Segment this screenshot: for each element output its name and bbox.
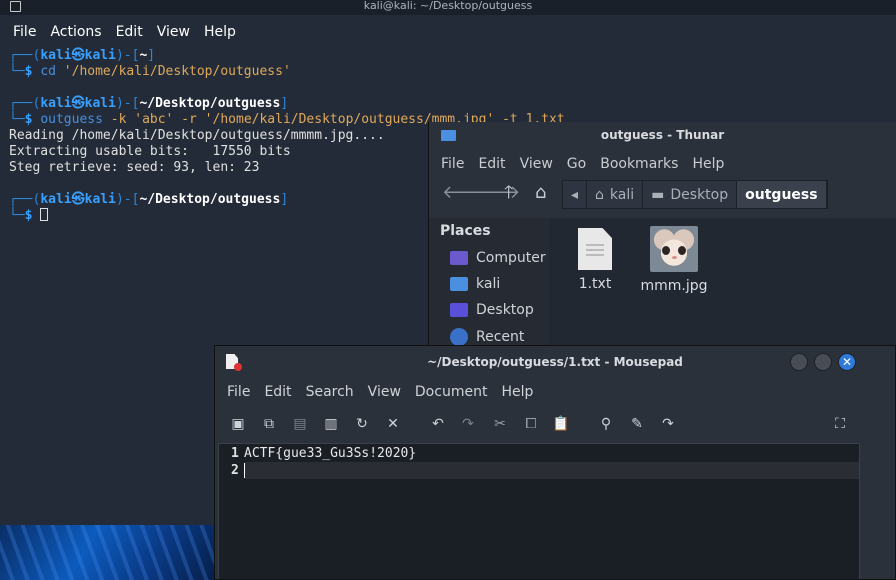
text-file-icon	[578, 228, 612, 270]
image-thumbnail	[650, 226, 698, 272]
breadcrumb-outguess[interactable]: outguess	[737, 181, 827, 208]
thunar-menubar: File Edit View Go Bookmarks Help	[429, 150, 896, 179]
places-heading: Places	[440, 223, 491, 239]
menu-actions[interactable]: Actions	[43, 20, 108, 44]
mp-menu-file[interactable]: File	[220, 378, 257, 407]
redo-icon[interactable]: ↷	[459, 415, 477, 433]
output-line-3: Steg retrieve: seed: 93, len: 23	[9, 160, 260, 175]
terminal-titlebar[interactable]: kali@kali: ~/Desktop/outguess	[0, 0, 896, 15]
search-icon[interactable]: ⚲	[597, 415, 615, 433]
thunar-menu-bookmarks[interactable]: Bookmarks	[593, 150, 685, 179]
save-icon[interactable]: ▤	[291, 415, 309, 433]
cut-icon[interactable]: ✂	[491, 415, 509, 433]
line-number: 1	[231, 446, 239, 461]
file-label: 1.txt	[578, 276, 612, 292]
new-window-icon[interactable]: ⧉	[260, 415, 278, 433]
thunar-navbar: 🡐 🡒 🡑 ⌂ ◂ ⌂ kali ▬ Desktop outguess	[429, 179, 896, 209]
mousepad-menubar: File Edit Search View Document Help	[215, 378, 895, 407]
breadcrumb-scroll-left[interactable]: ◂	[563, 181, 588, 208]
file-item-1txt[interactable]: 1.txt	[573, 228, 617, 292]
menu-help[interactable]: Help	[197, 20, 243, 44]
mousepad-window[interactable]: ~/Desktop/outguess/1.txt - Mousepad ✕ Fi…	[214, 345, 896, 580]
thunar-menu-edit[interactable]: Edit	[471, 150, 512, 179]
minimize-button[interactable]	[790, 353, 808, 371]
current-line-highlight	[245, 462, 859, 479]
terminal-title: kali@kali: ~/Desktop/outguess	[363, 0, 533, 12]
sidebar-item-computer[interactable]: Computer	[450, 250, 546, 266]
goto-icon[interactable]: ↷	[659, 415, 677, 433]
maximize-button[interactable]	[814, 353, 832, 371]
thunar-menu-file[interactable]: File	[434, 150, 471, 179]
mousepad-titlebar[interactable]: ~/Desktop/outguess/1.txt - Mousepad ✕	[215, 346, 895, 378]
mp-menu-document[interactable]: Document	[408, 378, 495, 407]
line-number: 2	[231, 463, 239, 478]
up-arrow-icon[interactable]: 🡑	[504, 183, 513, 203]
desktop-icon: ▬	[651, 186, 665, 203]
home-folder-icon	[450, 277, 468, 291]
sidebar-item-recent[interactable]: Recent	[450, 328, 524, 346]
breadcrumb-desktop[interactable]: ▬ Desktop	[643, 181, 738, 208]
thunar-titlebar[interactable]: outguess - Thunar	[429, 122, 896, 150]
fullscreen-icon[interactable]: ⛶	[831, 415, 849, 433]
text-caret	[244, 463, 245, 478]
copy-icon[interactable]: ⧠	[522, 415, 540, 433]
new-file-icon[interactable]: ▣	[229, 415, 247, 433]
undo-icon[interactable]: ↶	[429, 415, 447, 433]
breadcrumb-kali[interactable]: ⌂ kali	[587, 181, 644, 208]
recent-icon	[450, 328, 468, 346]
output-line-1: Reading /home/kali/Desktop/outguess/mmmm…	[9, 128, 385, 143]
thunar-menu-go[interactable]: Go	[560, 150, 593, 179]
terminal-cursor	[40, 208, 49, 221]
prompt-line-2: ┌──(kali㉿kali)-[~/Desktop/outguess]	[9, 96, 289, 111]
save-as-icon[interactable]: ▥	[322, 415, 340, 433]
home-icon: ⌂	[595, 186, 604, 203]
close-button[interactable]: ✕	[838, 353, 856, 371]
mp-menu-search[interactable]: Search	[299, 378, 361, 407]
thunar-title: outguess - Thunar	[600, 128, 725, 142]
prompt-line-1: ┌──(kali㉿kali)-[~]	[9, 48, 156, 63]
breadcrumb: ◂ ⌂ kali ▬ Desktop outguess	[562, 180, 828, 209]
reload-icon[interactable]: ↻	[353, 415, 371, 433]
mp-menu-help[interactable]: Help	[494, 378, 540, 407]
mp-menu-view[interactable]: View	[361, 378, 408, 407]
menu-view[interactable]: View	[150, 20, 197, 44]
prompt-line-3: ┌──(kali㉿kali)-[~/Desktop/outguess]	[9, 192, 289, 207]
file-item-mmmjpg[interactable]: mmm.jpg	[639, 226, 709, 294]
thunar-window[interactable]: outguess - Thunar File Edit View Go Book…	[428, 122, 896, 372]
mp-menu-edit[interactable]: Edit	[257, 378, 298, 407]
home-icon[interactable]: ⌂	[535, 183, 546, 203]
menu-file[interactable]: File	[0, 20, 43, 44]
command-line-3[interactable]: └─$	[9, 208, 49, 224]
line-text: ACTF{gue33_Gu3Ss!2020}	[244, 446, 417, 461]
paste-icon[interactable]: 📋	[552, 415, 570, 433]
terminal-menubar: File Actions Edit View Help	[0, 20, 243, 44]
text-editor[interactable]: 1 ACTF{gue33_Gu3Ss!2020} 2	[218, 443, 860, 579]
thunar-menu-help[interactable]: Help	[685, 150, 731, 179]
desktop-wallpaper	[0, 525, 214, 580]
mousepad-toolbar: ▣ ⧉ ▤ ▥ ↻ ✕ ↶ ↷ ✂ ⧠ 📋 ⚲ ✎ ↷ ⛶	[215, 407, 895, 443]
sidebar-item-kali[interactable]: kali	[450, 276, 500, 292]
close-tab-icon[interactable]: ✕	[384, 415, 402, 433]
desktop-icon	[450, 303, 468, 317]
command-line-1: └─$ cd '/home/kali/Desktop/outguess'	[9, 64, 291, 79]
replace-icon[interactable]: ✎	[628, 415, 646, 433]
computer-icon	[450, 251, 468, 265]
menu-edit[interactable]: Edit	[109, 20, 150, 44]
file-label: mmm.jpg	[640, 278, 708, 294]
sidebar-item-desktop[interactable]: Desktop	[450, 302, 534, 318]
output-line-2: Extracting usable bits: 17550 bits	[9, 144, 291, 159]
thunar-menu-view[interactable]: View	[513, 150, 560, 179]
